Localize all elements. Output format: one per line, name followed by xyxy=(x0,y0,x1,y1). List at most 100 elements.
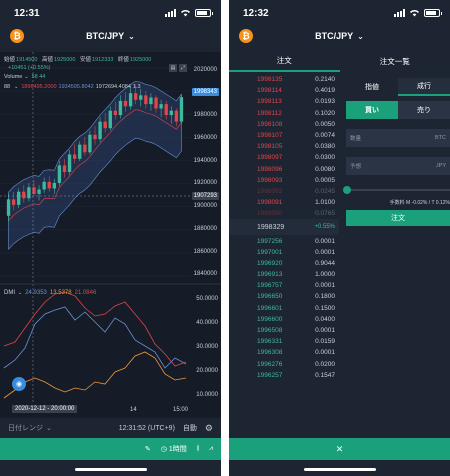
book-qty: 0.2140 xyxy=(315,76,335,84)
ask-row[interactable]: 1998114 0.4019 xyxy=(229,85,339,96)
candle xyxy=(103,121,107,129)
bid-row[interactable]: 1996913 1.0000 xyxy=(229,269,339,280)
order-type-tabs: 指値 成行 xyxy=(346,78,450,96)
book-price: 1998113 xyxy=(257,98,282,106)
ask-row[interactable]: 1998105 0.0380 xyxy=(229,141,339,152)
eye-icon[interactable]: ◉ xyxy=(12,377,26,391)
date-range-selector[interactable]: 日付レンジ ⌄ xyxy=(8,423,52,433)
tab-order-list[interactable]: 注文一覧 xyxy=(340,50,450,72)
pair-selector[interactable]: BTC/JPY ⌄ xyxy=(315,31,364,41)
candle xyxy=(42,181,46,190)
bollinger-label: 88 xyxy=(4,84,11,90)
indicator-icon[interactable]: ⩘ xyxy=(209,445,213,453)
ask-row[interactable]: 1998090 0.0765 xyxy=(229,208,339,219)
book-qty: 0.0765 xyxy=(315,210,335,218)
dmi-tick: 30.0000 xyxy=(196,344,218,350)
candle xyxy=(37,189,41,194)
slider-knob[interactable] xyxy=(343,186,351,194)
sell-button[interactable]: 売り xyxy=(398,101,450,119)
chevron-down-icon: ⌄ xyxy=(128,31,135,41)
bid-row[interactable]: 1996508 0.0001 xyxy=(229,325,339,336)
order-book-mid: 1998329 +0.55% xyxy=(229,219,339,236)
change-readout: +10451 (+0.55%) xyxy=(8,65,51,71)
wifi-icon xyxy=(181,9,190,17)
order-form: 指値 成行 買い 売り 数量 BTC 予想 JPY 手数料 M -0.02% /… xyxy=(343,78,450,226)
estimate-unit: JPY xyxy=(435,163,446,169)
low-label: 安値 xyxy=(79,57,91,63)
ask-row[interactable]: 1998096 0.0080 xyxy=(229,164,339,175)
bid-row[interactable]: 1996601 0.1500 xyxy=(229,303,339,314)
book-qty: 0.4019 xyxy=(315,87,335,95)
auto-scale-toggle[interactable]: 自動 xyxy=(183,423,197,433)
price-tick: 1840000 xyxy=(193,271,217,277)
chevron-down-icon: ⌄ xyxy=(357,31,364,41)
pencil-icon[interactable]: ✎ xyxy=(145,445,151,453)
bid-row[interactable]: 1997256 0.0001 xyxy=(229,235,339,246)
bid-row[interactable]: 1996650 0.1800 xyxy=(229,291,339,302)
book-price: 1998108 xyxy=(257,120,283,128)
book-qty: 0.0245 xyxy=(315,187,335,195)
book-qty: 0.0001 xyxy=(315,237,335,245)
candle xyxy=(164,104,168,116)
book-price: 1996650 xyxy=(257,293,283,301)
wifi-icon xyxy=(410,9,419,17)
dmi-label: DMI xyxy=(4,290,15,296)
bid-row[interactable]: 1996276 0.0200 xyxy=(229,359,339,370)
nav-header: ₿ BTC/JPY ⌄ xyxy=(229,26,450,46)
close-button[interactable]: ✕ xyxy=(229,438,450,460)
candle-type-icon[interactable]: ⫾ xyxy=(197,445,199,453)
bid-row[interactable]: 1996600 0.0400 xyxy=(229,314,339,325)
bid-row[interactable]: 1997001 0.0001 xyxy=(229,247,339,258)
chart-area[interactable]: 始値1914500 高値1925000 安値1912333 終値1925000 … xyxy=(0,52,221,438)
status-icons xyxy=(394,9,442,17)
interval-selector[interactable]: ◷ 1時間 xyxy=(161,444,187,454)
side-tabs: 買い 売り xyxy=(346,101,450,119)
interval-label: 1時間 xyxy=(168,446,187,453)
price-tick: 2020000 xyxy=(193,67,217,73)
gear-icon[interactable]: ⚙ xyxy=(205,423,213,434)
estimate-field[interactable]: 予想 JPY xyxy=(346,157,450,175)
volume-label: Volume xyxy=(4,74,23,80)
candle xyxy=(78,144,82,159)
ask-row[interactable]: 1998092 0.0245 xyxy=(229,186,339,197)
bid-row[interactable]: 1996331 0.0159 xyxy=(229,336,339,347)
ask-row[interactable]: 1998135 0.2140 xyxy=(229,74,339,85)
bollinger-value-width: 1.3 xyxy=(132,84,141,90)
tab-market[interactable]: 成行 xyxy=(398,78,450,96)
chart-footer: 日付レンジ ⌄ 12:31:52 (UTC+9) 自動 ⚙ xyxy=(0,418,221,438)
ask-row[interactable]: 1998091 1.0100 xyxy=(229,197,339,208)
bid-row[interactable]: 1996308 0.0001 xyxy=(229,347,339,358)
buy-button[interactable]: 買い xyxy=(346,101,398,119)
ask-row[interactable]: 1998107 0.0074 xyxy=(229,130,339,141)
amount-slider[interactable] xyxy=(343,185,450,195)
candle xyxy=(47,181,51,189)
pair-label: BTC/JPY xyxy=(86,31,125,41)
dmi-tick: 10.0000 xyxy=(196,392,218,398)
candle xyxy=(67,154,72,172)
quantity-field[interactable]: 数量 BTC xyxy=(346,129,450,147)
fullscreen-icon[interactable]: ⤢ xyxy=(179,64,187,72)
tab-order[interactable]: 注文 xyxy=(229,50,340,72)
battery-icon xyxy=(195,9,213,17)
ask-row[interactable]: 1998113 0.0193 xyxy=(229,96,339,107)
indicator-toggle-icon[interactable]: ▤ xyxy=(169,64,177,72)
ask-row[interactable]: 1998093 0.0005 xyxy=(229,175,339,186)
candle xyxy=(108,110,112,129)
bid-row[interactable]: 1996757 0.0001 xyxy=(229,280,339,291)
ask-row[interactable]: 1998097 0.0300 xyxy=(229,152,339,163)
pair-selector[interactable]: BTC/JPY ⌄ xyxy=(86,31,135,41)
ask-row[interactable]: 1998108 0.0050 xyxy=(229,119,339,130)
book-price: 1996913 xyxy=(257,271,283,279)
price-chart[interactable] xyxy=(0,52,221,438)
submit-order-button[interactable]: 注文 xyxy=(346,210,450,226)
chevron-down-icon: ⌄ xyxy=(14,84,19,90)
bid-row[interactable]: 1996920 0.9044 xyxy=(229,258,339,269)
bid-row[interactable]: 1996257 0.1547 xyxy=(229,370,339,381)
tab-limit[interactable]: 指値 xyxy=(346,78,398,96)
ask-row[interactable]: 1998112 0.1020 xyxy=(229,108,339,119)
book-qty: 0.0400 xyxy=(315,315,335,323)
bollinger-readout: 88 ⌄ 1896495.2000 1934595.8042 1972694.4084 1… xyxy=(4,84,143,90)
bitcoin-logo-icon: ₿ xyxy=(239,29,253,43)
candle xyxy=(72,154,77,159)
book-qty: 0.1020 xyxy=(315,109,335,117)
